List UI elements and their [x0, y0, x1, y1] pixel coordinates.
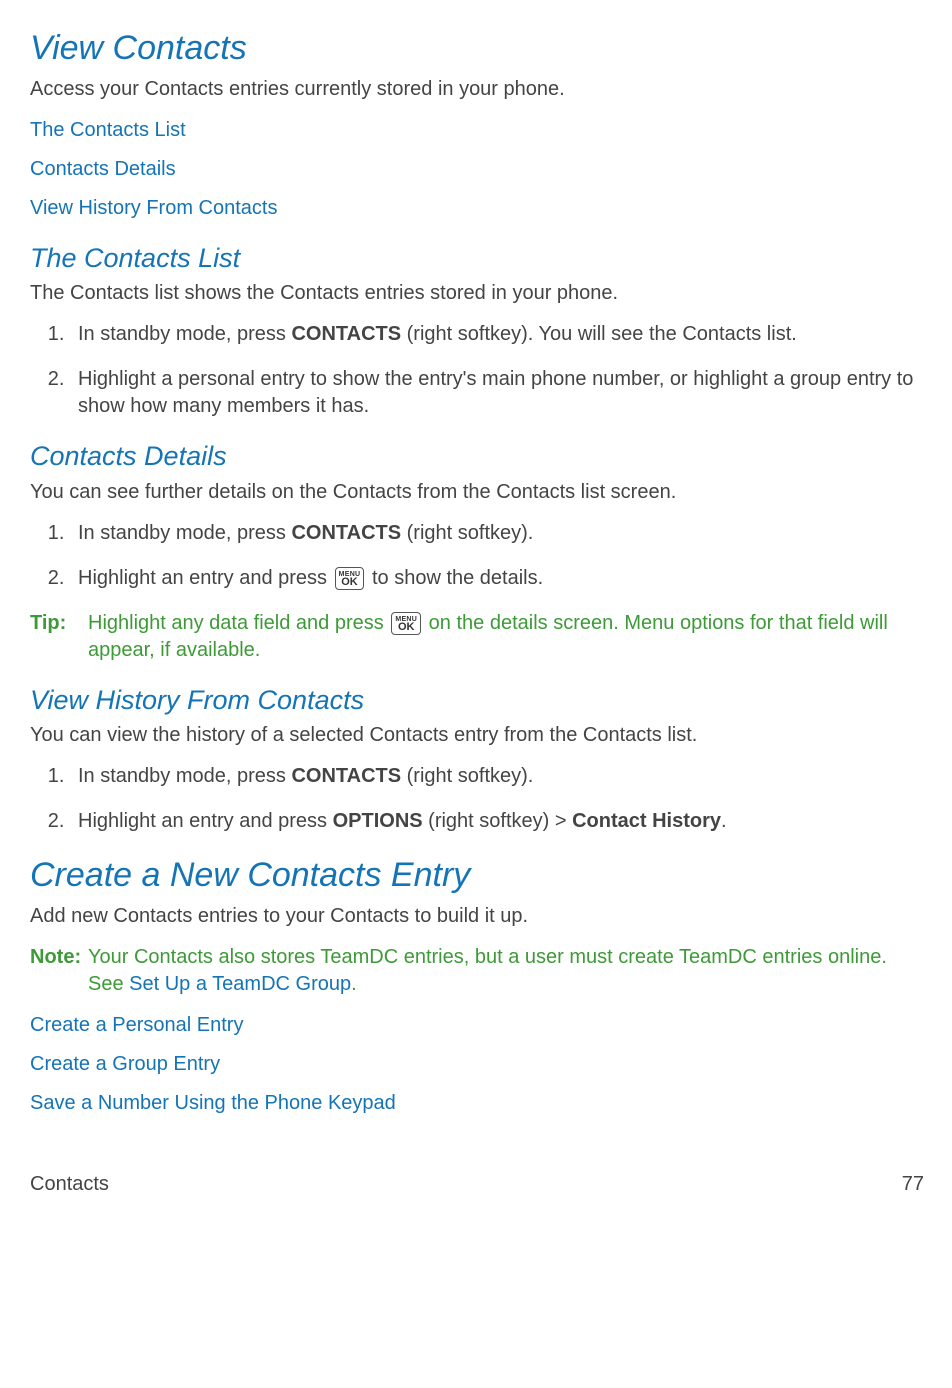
step-text: (right softkey) > — [423, 810, 573, 832]
note-label: Note: — [30, 944, 88, 998]
step-bold: OPTIONS — [333, 810, 423, 832]
step-text: (right softkey). — [401, 765, 533, 787]
step-text: Highlight an entry and press — [78, 810, 333, 832]
desc-contacts-list: The Contacts list shows the Contacts ent… — [30, 280, 924, 307]
footer-section: Contacts — [30, 1171, 572, 1198]
step-text: In standby mode, press — [78, 323, 291, 345]
link-create-group[interactable]: Create a Group Entry — [30, 1053, 220, 1075]
link-save-number[interactable]: Save a Number Using the Phone Keypad — [30, 1092, 396, 1114]
heading-contacts-details: Contacts Details — [30, 438, 924, 474]
list-item: Highlight a personal entry to show the e… — [70, 366, 924, 420]
desc-view-contacts: Access your Contacts entries currently s… — [30, 76, 924, 103]
list-item: In standby mode, press CONTACTS (right s… — [70, 763, 924, 790]
step-text: to show the details. — [366, 567, 543, 589]
link-setup-teamdc[interactable]: Set Up a TeamDC Group — [129, 973, 351, 995]
heading-contacts-list: The Contacts List — [30, 240, 924, 276]
note-text: Your Contacts also stores TeamDC entries… — [88, 944, 924, 998]
heading-view-history: View History From Contacts — [30, 682, 924, 718]
step-text: (right softkey). You will see the Contac… — [401, 323, 797, 345]
step-bold: CONTACTS — [291, 522, 401, 544]
link-view-history[interactable]: View History From Contacts — [30, 197, 277, 219]
desc-create-entry: Add new Contacts entries to your Contact… — [30, 903, 924, 930]
heading-create-entry: Create a New Contacts Entry — [30, 853, 924, 899]
step-text: . — [721, 810, 727, 832]
step-text: Highlight an entry and press — [78, 567, 333, 589]
step-bold: CONTACTS — [291, 323, 401, 345]
list-item: Highlight an entry and press OPTIONS (ri… — [70, 808, 924, 835]
list-item: In standby mode, press CONTACTS (right s… — [70, 520, 924, 547]
footer-page-number: 77 — [902, 1171, 924, 1198]
heading-view-contacts: View Contacts — [30, 26, 924, 72]
tip-label: Tip: — [30, 610, 88, 664]
step-bold: CONTACTS — [291, 765, 401, 787]
step-text: In standby mode, press — [78, 765, 291, 787]
list-item: Highlight an entry and press MENUOK to s… — [70, 565, 924, 592]
tip-text: Highlight any data field and press MENUO… — [88, 610, 924, 664]
menu-ok-icon: MENUOK — [335, 567, 365, 591]
link-contacts-list[interactable]: The Contacts List — [30, 119, 186, 141]
menu-ok-icon: MENUOK — [391, 612, 421, 636]
list-item: In standby mode, press CONTACTS (right s… — [70, 321, 924, 348]
desc-contacts-details: You can see further details on the Conta… — [30, 479, 924, 506]
step-text: In standby mode, press — [78, 522, 291, 544]
step-bold: Contact History — [572, 810, 721, 832]
link-create-personal[interactable]: Create a Personal Entry — [30, 1014, 243, 1036]
link-contacts-details[interactable]: Contacts Details — [30, 158, 176, 180]
step-text: (right softkey). — [401, 522, 533, 544]
desc-view-history: You can view the history of a selected C… — [30, 722, 924, 749]
